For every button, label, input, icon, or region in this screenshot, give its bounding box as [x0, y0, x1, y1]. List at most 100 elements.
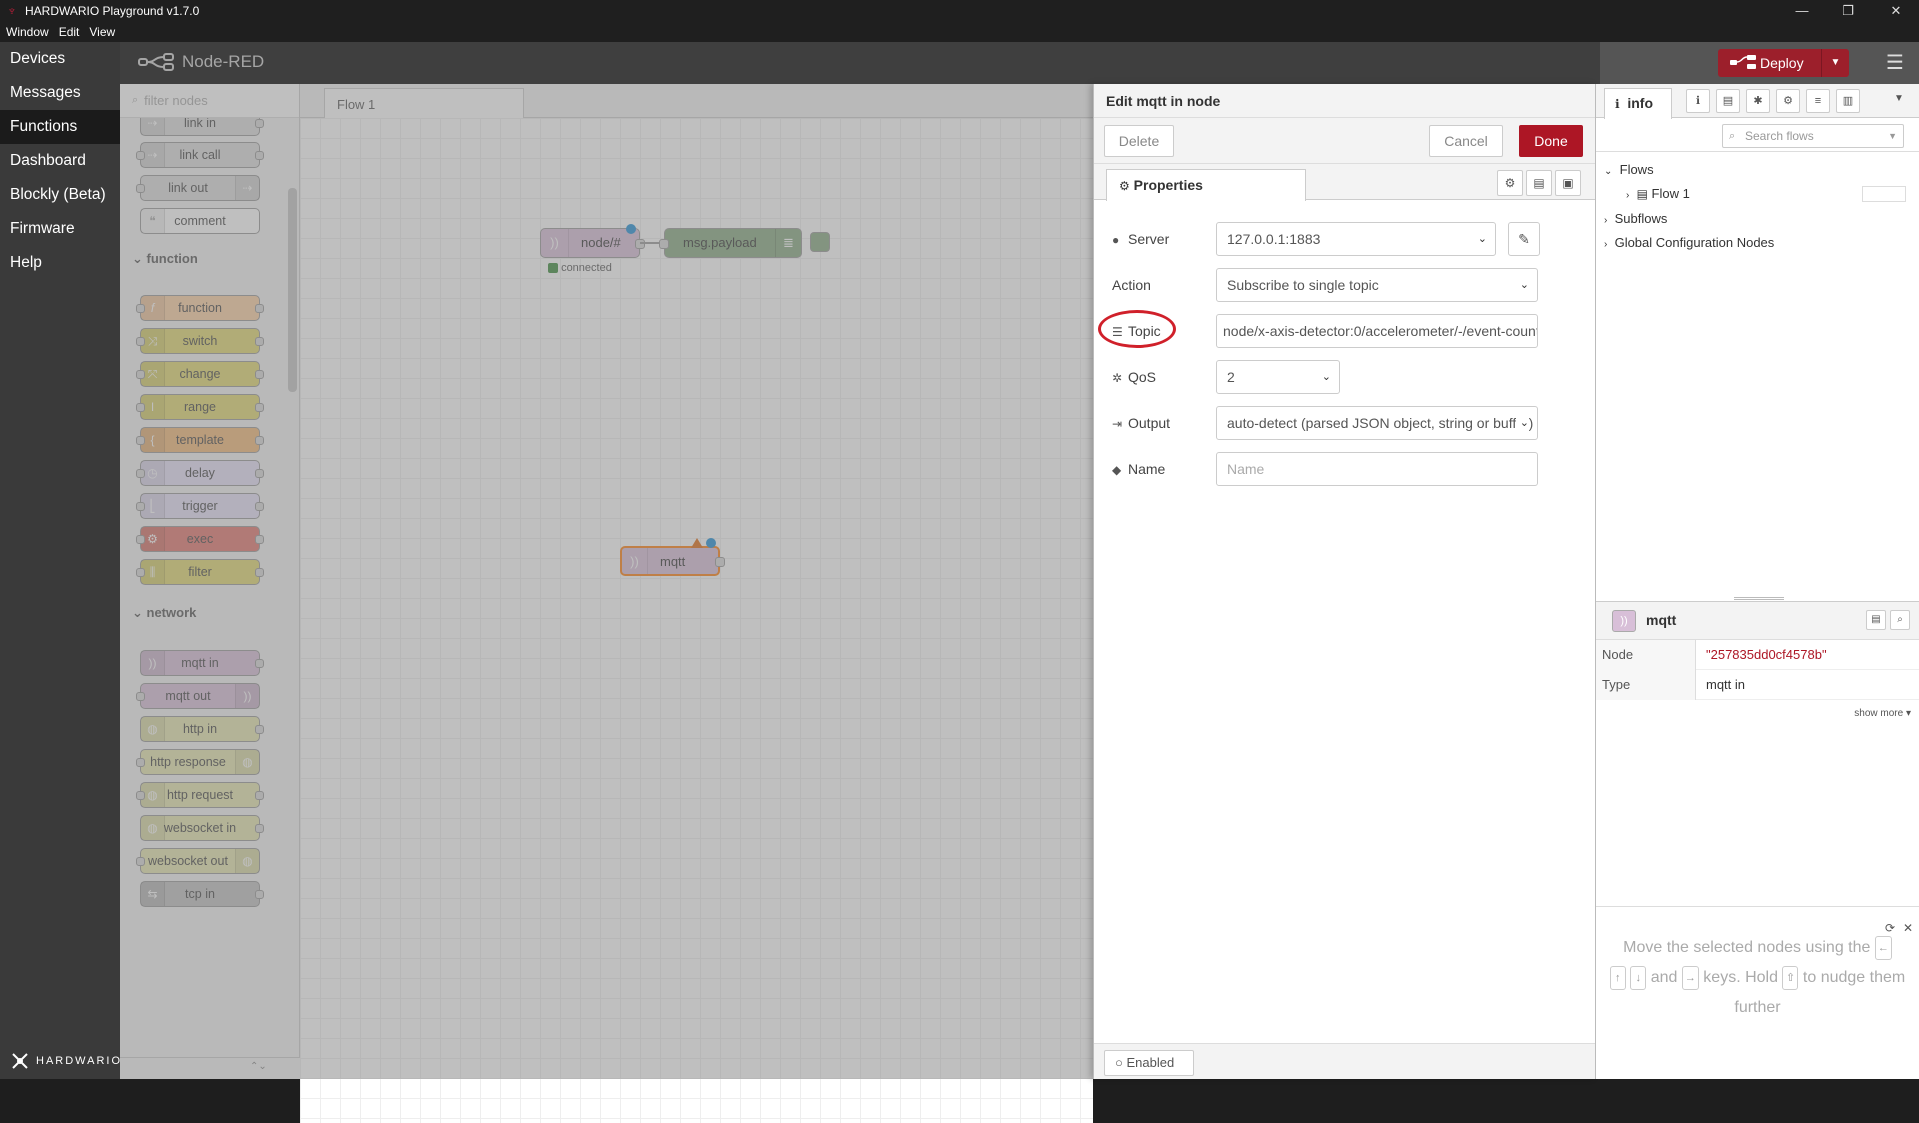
- enabled-toggle[interactable]: ○ Enabled: [1104, 1050, 1194, 1076]
- nodered-header: Node-RED Deploy ▼ ☰: [120, 42, 1919, 84]
- nav-devices[interactable]: Devices: [0, 42, 120, 76]
- chevron-down-icon: ⌄: [1515, 407, 1529, 439]
- nav-messages[interactable]: Messages: [0, 76, 120, 110]
- book-icon[interactable]: ▤: [1866, 610, 1886, 630]
- tree-subflows[interactable]: › Subflows: [1604, 211, 1667, 226]
- app-logo-icon: ♆: [7, 3, 17, 18]
- bug-icon[interactable]: ✱: [1746, 89, 1770, 113]
- description-icon[interactable]: ▤: [1526, 170, 1552, 196]
- palette-category-network[interactable]: ⌄ network: [120, 596, 285, 630]
- palette-node-exec[interactable]: ⚙ exec: [136, 526, 264, 552]
- output-select[interactable]: auto-detect (parsed JSON object, string …: [1216, 406, 1538, 440]
- close-icon[interactable]: ✕: [1903, 913, 1913, 943]
- collapse-icon[interactable]: ⌃⌄: [250, 1061, 267, 1072]
- palette-node-function[interactable]: f function: [136, 295, 264, 321]
- palette-node-delay[interactable]: ◷ delay: [136, 460, 264, 486]
- nav-firmware[interactable]: Firmware: [0, 212, 120, 246]
- info-tab-icon[interactable]: ℹ: [1686, 89, 1710, 113]
- palette-filter[interactable]: ⌕ filter nodes: [120, 84, 299, 118]
- info-icon: ℹ: [1615, 97, 1620, 111]
- nav-functions[interactable]: Functions: [0, 110, 120, 144]
- maximize-button[interactable]: ❐: [1825, 0, 1871, 22]
- flow-toggle-buttons[interactable]: [1862, 186, 1906, 202]
- tree-global-config[interactable]: › Global Configuration Nodes: [1604, 235, 1774, 250]
- palette-node-link-out[interactable]: ⇢ link out: [136, 175, 260, 201]
- deploy-dropdown-icon[interactable]: ▼: [1821, 49, 1849, 77]
- name-input[interactable]: Name: [1216, 452, 1538, 486]
- sidebar-dropdown-icon[interactable]: ▼: [1894, 93, 1904, 104]
- tree-flows[interactable]: ⌄ Flows: [1604, 162, 1654, 177]
- tab-info[interactable]: ℹ info: [1604, 88, 1672, 119]
- flow-node-mqtt-in[interactable]: )) node/#: [540, 228, 645, 258]
- palette-node-mqtt-in[interactable]: )) mqtt in: [140, 650, 264, 676]
- nav-help[interactable]: Help: [0, 246, 120, 280]
- deploy-button[interactable]: Deploy ▼: [1718, 49, 1849, 77]
- close-button[interactable]: ✕: [1873, 0, 1919, 22]
- done-button[interactable]: Done: [1519, 125, 1583, 157]
- nav-dashboard[interactable]: Dashboard: [0, 144, 120, 178]
- minimize-button[interactable]: —: [1779, 0, 1825, 22]
- palette-node-websocket-in[interactable]: ◍ websocket in: [140, 815, 264, 841]
- chevron-right-icon: ›: [1604, 239, 1608, 250]
- chart-icon[interactable]: ▥: [1836, 89, 1860, 113]
- palette-category-function[interactable]: ⌄ function: [120, 242, 285, 276]
- palette-node-http-in[interactable]: ◍ http in: [140, 716, 264, 742]
- show-more-link[interactable]: show more ▾: [1854, 708, 1911, 719]
- menu-bar: Window Edit View: [0, 22, 1919, 42]
- tab-flow-1[interactable]: Flow 1: [324, 88, 524, 119]
- edit-server-button[interactable]: ✎: [1508, 222, 1540, 256]
- chevron-right-icon: ›: [1604, 215, 1608, 226]
- tips-panel: ⟳ ✕ Move the selected nodes using the ← …: [1596, 906, 1919, 1052]
- chevron-down-icon: ⌄: [1519, 279, 1529, 291]
- palette-node-http-response[interactable]: ◍ http response: [136, 749, 260, 775]
- palette-node-range[interactable]: ǀ range: [136, 394, 264, 420]
- palette-node-change[interactable]: ⤧ change: [136, 361, 264, 387]
- palette-node-comment[interactable]: ❝ comment: [140, 208, 260, 234]
- menu-edit[interactable]: Edit: [59, 25, 80, 39]
- flow-node-label: mqtt: [660, 554, 686, 569]
- appearance-icon[interactable]: ▣: [1555, 170, 1581, 196]
- globe-icon: ◍: [235, 849, 259, 873]
- tab-properties[interactable]: ⚙ Properties: [1106, 169, 1306, 201]
- cancel-button[interactable]: Cancel: [1429, 125, 1503, 157]
- main-menu-icon[interactable]: ☰: [1882, 50, 1908, 76]
- palette-node-link-call[interactable]: ⇢ link call: [136, 142, 264, 168]
- action-select[interactable]: Subscribe to single topic ⌄: [1216, 268, 1538, 302]
- palette-node-mqtt-out[interactable]: )) mqtt out: [136, 683, 260, 709]
- flow-node-mqtt-selected[interactable]: )) mqtt: [620, 546, 725, 576]
- palette-node-filter[interactable]: ⫼ filter: [136, 559, 264, 585]
- qos-select[interactable]: 2 ⌄: [1216, 360, 1340, 394]
- tree-flow-1[interactable]: › ▤ Flow 1: [1626, 186, 1690, 201]
- pencil-icon: ✎: [1518, 231, 1530, 247]
- palette-node-link-in[interactable]: ⇢ link in: [140, 118, 264, 136]
- topic-input[interactable]: node/x-axis-detector:0/accelerometer/-/e…: [1216, 314, 1538, 348]
- database-icon[interactable]: ≡: [1806, 89, 1830, 113]
- flow-canvas[interactable]: )) node/# connected msg.payload ≣ )) mqt…: [300, 118, 1093, 1123]
- gear-icon[interactable]: ⚙: [1776, 89, 1800, 113]
- search-flows-input[interactable]: ⌕ Search flows ▼: [1722, 124, 1904, 148]
- menu-window[interactable]: Window: [6, 25, 49, 39]
- palette-node-switch[interactable]: ⤨ switch: [136, 328, 264, 354]
- chevron-down-icon: ▼: [1888, 131, 1897, 141]
- node-settings-icon[interactable]: ⚙: [1497, 170, 1523, 196]
- palette-node-http-request[interactable]: ◍ http request: [136, 782, 264, 808]
- nav-blockly[interactable]: Blockly (Beta): [0, 178, 120, 212]
- sidebar-splitter[interactable]: [1596, 594, 1919, 602]
- palette-node-trigger[interactable]: ⎣ trigger: [136, 493, 264, 519]
- flow-node-debug[interactable]: msg.payload ≣: [659, 228, 802, 258]
- refresh-icon[interactable]: ⟳: [1885, 913, 1895, 943]
- debug-toggle-button[interactable]: [810, 232, 830, 252]
- palette-node-tcp-in[interactable]: ⇆ tcp in: [140, 881, 264, 907]
- palette-node-template[interactable]: {template: [136, 427, 264, 453]
- search-icon[interactable]: ⌕: [1890, 610, 1910, 630]
- menu-view[interactable]: View: [89, 25, 115, 39]
- right-arrow-key-icon: →: [1681, 965, 1699, 990]
- nodered-title: Node-RED: [182, 52, 265, 71]
- palette-node-websocket-out[interactable]: ◍ websocket out: [136, 848, 260, 874]
- gear-icon: ⚙: [1119, 179, 1130, 193]
- delete-button[interactable]: Delete: [1104, 125, 1174, 157]
- palette-scrollbar[interactable]: [285, 118, 299, 1057]
- server-select[interactable]: 127.0.0.1:1883 ⌄: [1216, 222, 1496, 256]
- hardwario-brand: HARDWARIO: [10, 1051, 122, 1071]
- book-icon[interactable]: ▤: [1716, 89, 1740, 113]
